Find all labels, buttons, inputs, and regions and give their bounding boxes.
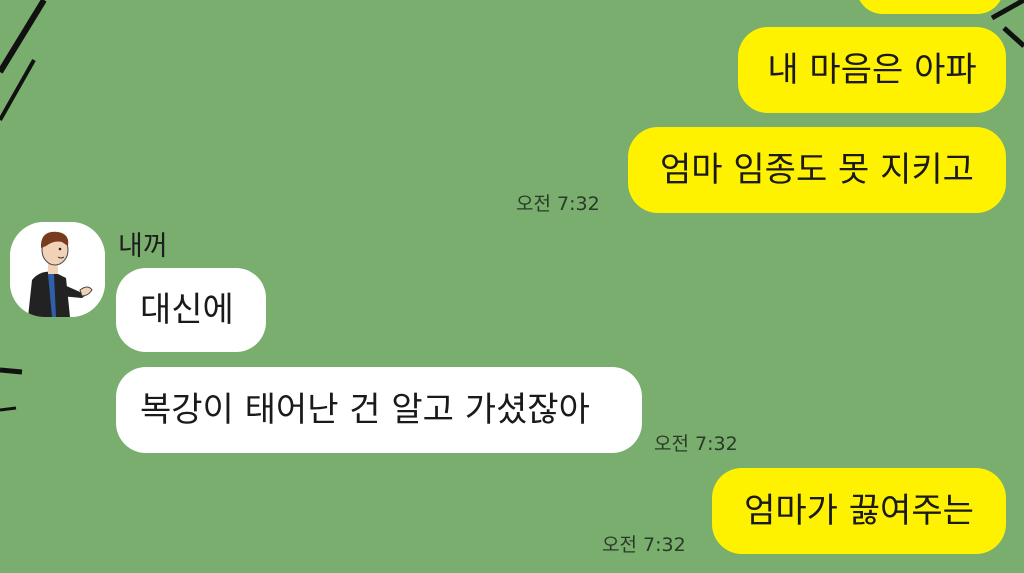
message-text: 엄마가 끓여주는 [744,491,974,531]
message-timestamp: 오전 7:32 [516,193,600,215]
message-timestamp: 오전 7:32 [602,534,686,556]
message-text: 복강이 태어난 건 알고 가셨잖아 [140,390,590,430]
incoming-message-bubble: 복강이 태어난 건 알고 가셨잖아 [116,367,642,453]
message-timestamp: 오전 7:32 [654,433,738,455]
incoming-message-bubble: 대신에 [116,268,266,352]
message-text: 대신에 [140,290,234,330]
message-text: 엄마 임종도 못 지키고 [660,150,974,190]
outgoing-message-bubble: 엄마가 끓여주는 [712,468,1006,554]
partial-outgoing-bubble [856,0,1004,14]
avatar[interactable] [10,222,105,317]
outgoing-message-bubble: 내 마음은 아파 [738,27,1006,113]
profile-photo [10,222,105,317]
message-text: 내 마음은 아파 [767,50,977,90]
sender-name: 내꺼 [118,231,168,262]
outgoing-message-bubble: 엄마 임종도 못 지키고 [628,127,1006,213]
